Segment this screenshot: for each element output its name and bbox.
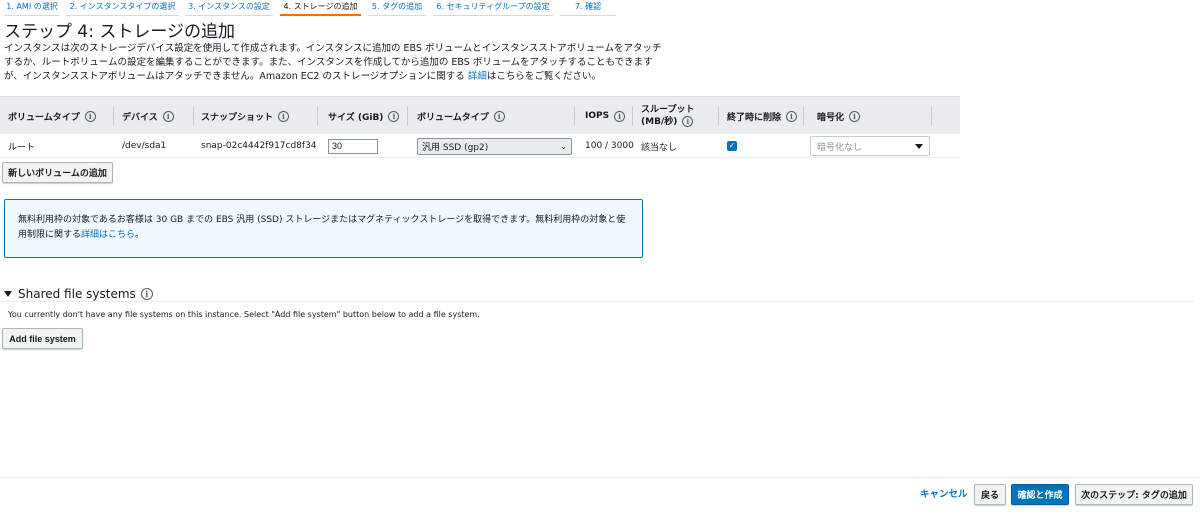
info-icon[interactable]: i <box>786 110 798 122</box>
add-volume-button[interactable]: 新しいボリュームの追加 <box>2 162 113 183</box>
description-details-link[interactable]: 詳細 <box>468 71 487 82</box>
table-row: ルート /dev/sda1 snap-02c4442f917cd8f34 汎用 … <box>0 134 960 158</box>
row-snapshot: snap-02c4442f917cd8f34 <box>201 141 317 151</box>
info-icon[interactable]: i <box>682 115 694 127</box>
header-delete-label: 終了時に削除 <box>727 112 782 123</box>
header-snapshot-label: スナップショット <box>201 112 274 123</box>
wizard-step-storage[interactable]: 4. ストレージの追加 <box>280 0 361 16</box>
header-volume-type-2: ボリュームタイプ i <box>417 97 575 135</box>
header-throughput-line2: (MB/秒) <box>641 116 678 127</box>
row-delete-cell: ✓ <box>727 134 737 158</box>
footer-divider <box>0 477 1200 478</box>
row-throughput: 該当なし <box>641 142 678 153</box>
header-device-label: デバイス <box>122 112 158 123</box>
wizard-step-tags[interactable]: 5. タグの追加 <box>368 0 426 16</box>
volume-type-select[interactable]: 汎用 SSD (gp2) ⌄ <box>417 137 572 155</box>
info-icon[interactable]: i <box>278 110 290 122</box>
back-button[interactable]: 戻る <box>974 484 1006 505</box>
row-volume-type: ルート <box>8 142 36 153</box>
header-size: サイズ (GiB) i <box>328 97 408 135</box>
info-icon[interactable]: i <box>388 110 400 122</box>
caret-down-icon <box>915 143 923 149</box>
storage-table-header: ボリュームタイプ i デバイス i スナップショット i サイズ (GiB) i ボリュ… <box>0 96 960 134</box>
info-icon[interactable]: i <box>614 110 626 122</box>
header-throughput-label: スループット (MB/秒) i <box>641 105 694 128</box>
header-volume-type: ボリュームタイプ i <box>8 97 114 135</box>
header-delete-on-termination: 終了時に削除 i <box>727 97 804 135</box>
row-encryption-cell: 暗号化なし <box>810 134 930 158</box>
row-volume-type-cell: 汎用 SSD (gp2) ⌄ <box>417 134 572 158</box>
wizard-step-instance-type[interactable]: 2. インスタンスタイプの選択 <box>66 0 179 16</box>
info-icon[interactable]: i <box>84 110 96 122</box>
header-encryption: 暗号化 i <box>817 97 932 135</box>
header-size-label: サイズ (GiB) <box>328 112 384 123</box>
header-throughput: スループット (MB/秒) i <box>641 97 719 135</box>
header-throughput-line1: スループット <box>641 104 695 115</box>
row-size-cell <box>328 134 378 158</box>
wizard-step-security-group[interactable]: 6. セキュリティグループの設定 <box>433 0 553 16</box>
wizard-step-review[interactable]: 7. 確認 <box>560 0 616 16</box>
checkmark-icon: ✓ <box>728 141 736 150</box>
header-iops: IOPS i <box>585 97 633 135</box>
shared-file-systems-title: Shared file systems <box>18 287 136 301</box>
review-and-launch-button[interactable]: 確認と作成 <box>1011 484 1069 505</box>
description-suffix: はこちらをご覧ください。 <box>486 71 601 82</box>
wizard-steps: 1. AMI の選択 2. インスタンスタイプの選択 3. インスタンスの設定 … <box>0 0 1200 18</box>
header-encryption-label: 暗号化 <box>817 112 845 123</box>
page-title: ステップ 4: ストレージの追加 <box>4 22 236 42</box>
page-description: インスタンスは次のストレージデバイス設定を使用して作成されます。インスタンスに追… <box>4 42 664 84</box>
chevron-down-icon: ⌄ <box>560 141 567 151</box>
info-icon[interactable]: i <box>162 110 174 122</box>
shared-file-systems-toggle[interactable]: Shared file systems i <box>4 286 153 302</box>
header-volume-type-2-label: ボリュームタイプ <box>417 112 489 123</box>
header-device: デバイス i <box>122 97 194 135</box>
wizard-step-instance-config[interactable]: 3. インスタンスの設定 <box>185 0 273 16</box>
wizard-step-ami[interactable]: 1. AMI の選択 <box>4 0 60 16</box>
file-systems-message: You currently don't have any file system… <box>8 310 480 319</box>
header-iops-label: IOPS <box>585 111 610 121</box>
free-tier-details-link[interactable]: 詳細はこちら <box>81 230 135 240</box>
caret-down-icon <box>4 291 12 297</box>
cancel-link[interactable]: キャンセル <box>920 486 968 504</box>
info-icon[interactable]: i <box>493 110 505 122</box>
free-tier-info-box: 無料利用枠の対象であるお客様は 30 GB までの EBS 汎用 (SSD) ス… <box>4 199 643 258</box>
section-divider <box>0 301 1194 302</box>
info-icon[interactable]: i <box>140 288 153 300</box>
volume-type-select-value: 汎用 SSD (gp2) <box>422 142 489 153</box>
header-snapshot: スナップショット i <box>201 97 318 135</box>
free-tier-suffix: 。 <box>135 230 145 240</box>
add-file-system-button[interactable]: Add file system <box>2 328 83 349</box>
info-icon[interactable]: i <box>849 110 861 122</box>
next-tags-button[interactable]: 次のステップ: タグの追加 <box>1075 484 1193 505</box>
encryption-select[interactable]: 暗号化なし <box>810 136 930 156</box>
row-iops: 100 / 3000 <box>585 141 634 151</box>
row-device: /dev/sda1 <box>122 141 167 151</box>
header-volume-type-label: ボリュームタイプ <box>8 112 80 123</box>
delete-on-termination-checkbox[interactable]: ✓ <box>727 141 737 151</box>
size-input[interactable] <box>328 138 378 154</box>
encryption-select-value: 暗号化なし <box>817 142 863 153</box>
